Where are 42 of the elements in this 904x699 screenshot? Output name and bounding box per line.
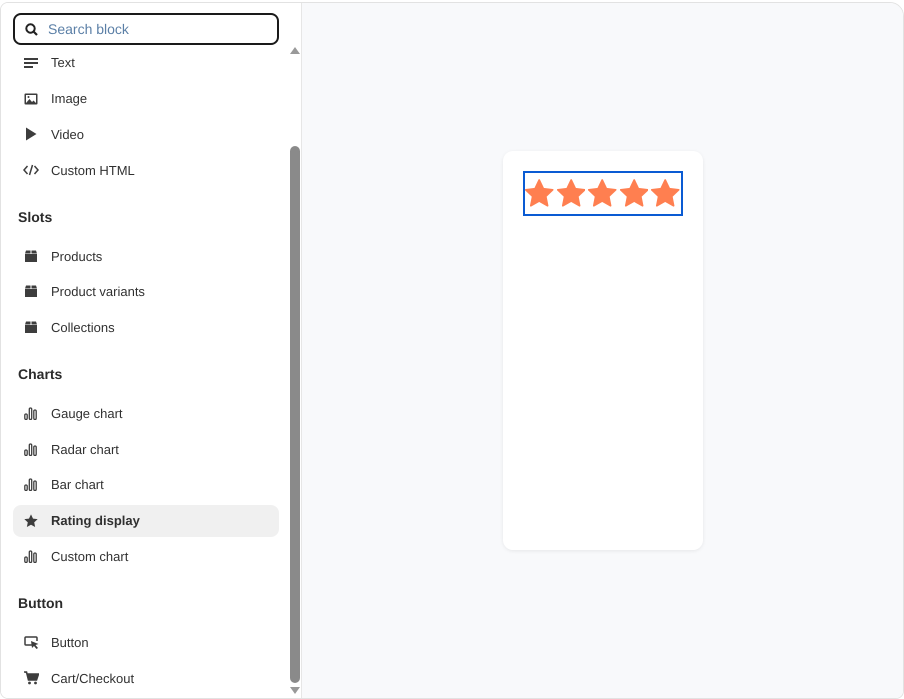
block-item[interactable]: Rating display [13, 504, 279, 537]
block-item[interactable]: Radar chart [13, 433, 279, 466]
box-icon [24, 321, 38, 334]
star-icon [588, 179, 617, 208]
bar-chart-icon [24, 442, 38, 456]
code-icon [23, 164, 39, 176]
block-item[interactable]: Custom HTML [13, 154, 279, 186]
star-icon [620, 179, 648, 208]
scroll-up-icon[interactable] [290, 47, 300, 54]
bar-chart-icon [24, 550, 38, 563]
block-item[interactable]: Video [13, 118, 279, 150]
block-item[interactable]: Button [13, 626, 279, 658]
bar-chart-icon [24, 406, 38, 420]
selection-outline[interactable] [522, 171, 682, 216]
star-icon [24, 514, 38, 528]
cursor-icon [24, 636, 38, 649]
block-item[interactable]: Cart/Checkout [13, 662, 279, 694]
star-icon [525, 179, 554, 208]
block-item[interactable]: Gauge chart [13, 397, 279, 430]
search-icon [25, 23, 38, 36]
block-item[interactable]: Custom chart [13, 540, 279, 572]
section-heading: Slots [17, 208, 54, 228]
block-item[interactable]: Bar chart [13, 469, 279, 501]
scrollbar-thumb[interactable] [290, 146, 300, 683]
bar-chart-icon [24, 478, 38, 492]
play-icon [25, 127, 37, 142]
block-item[interactable]: Image [13, 82, 279, 115]
box-icon [24, 285, 38, 298]
image-icon [24, 92, 38, 105]
block-item[interactable]: Collections [13, 312, 279, 344]
cart-icon [24, 671, 38, 686]
block-item[interactable]: Product variants [13, 276, 279, 308]
text-icon [24, 56, 38, 69]
section-heading: Charts [17, 365, 64, 384]
star-icon [651, 179, 680, 208]
star-icon [556, 179, 586, 208]
box-icon [24, 250, 38, 263]
block-item[interactable]: Products [13, 240, 279, 272]
scroll-down-icon[interactable] [290, 687, 300, 694]
search-field[interactable]: Search block [13, 13, 279, 45]
block-item[interactable]: Text [13, 47, 279, 79]
section-heading: Button [17, 594, 64, 614]
